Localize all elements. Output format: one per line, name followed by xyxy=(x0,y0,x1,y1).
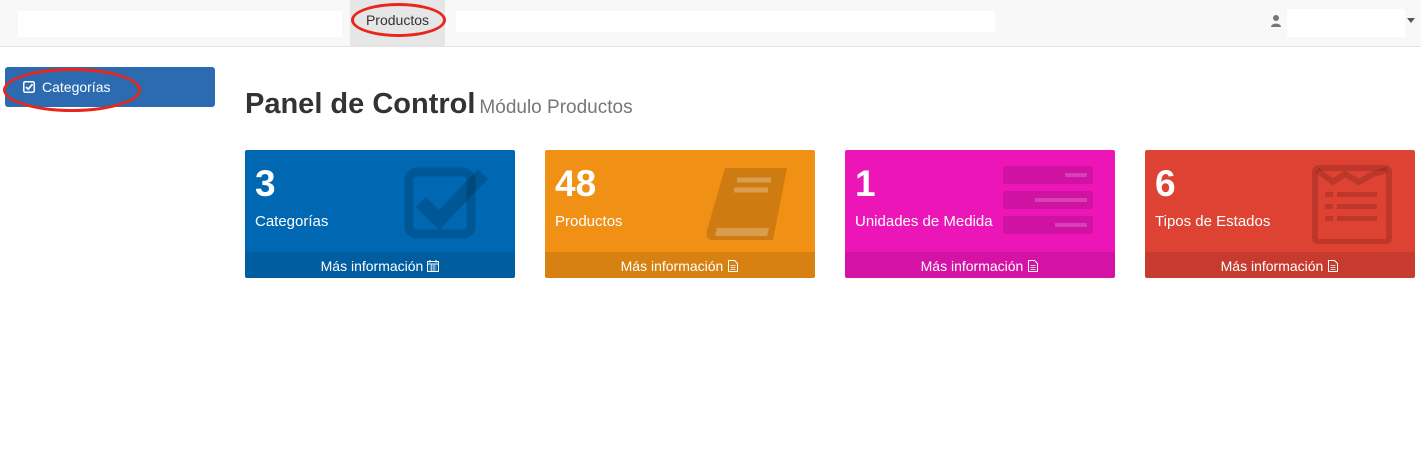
stat-label: Productos xyxy=(555,213,623,230)
book-icon xyxy=(706,168,787,240)
stat-label: Unidades de Medida xyxy=(855,213,993,230)
stat-value: 6 xyxy=(1155,163,1176,204)
stat-box-categorias: 3 Categorías Más información xyxy=(245,150,515,278)
more-info-label: Más información xyxy=(920,258,1024,274)
user-menu[interactable] xyxy=(1287,9,1405,37)
chevron-down-icon[interactable] xyxy=(1407,18,1415,23)
more-info-link[interactable]: Más información xyxy=(845,252,1115,278)
stat-label: Tipos de Estados xyxy=(1155,213,1271,230)
stat-value: 3 xyxy=(255,163,276,204)
more-info-link[interactable]: Más información xyxy=(545,252,815,278)
navbar-menu-placeholder xyxy=(456,11,995,32)
file-icon xyxy=(1328,260,1339,272)
calendar-icon xyxy=(427,260,440,272)
more-info-label: Más información xyxy=(1220,258,1324,274)
stat-box-unidades-de-medida: 1 Unidades de Medida Más información xyxy=(845,150,1115,278)
more-info-label: Más información xyxy=(320,258,424,274)
page-subtitle: Módulo Productos xyxy=(479,97,633,118)
check-square-icon xyxy=(404,167,489,239)
more-info-link[interactable]: Más información xyxy=(245,252,515,278)
annotation-circle-sidebar xyxy=(3,68,141,112)
stat-value: 1 xyxy=(855,163,876,204)
file-icon xyxy=(1028,260,1039,272)
stat-box-productos: 48 Productos Más información xyxy=(545,150,815,278)
file-icon xyxy=(728,260,739,272)
more-info-label: Más información xyxy=(620,258,724,274)
stat-box-tipos-de-estados: 6 Tipos de Estados Más información xyxy=(1145,150,1415,278)
top-navbar: Productos xyxy=(0,0,1421,47)
list-icon xyxy=(1003,166,1093,234)
user-icon[interactable] xyxy=(1270,14,1282,28)
navbar-brand-placeholder xyxy=(18,11,342,37)
stat-value: 48 xyxy=(555,163,597,204)
annotation-circle-nav xyxy=(351,3,446,37)
more-info-link[interactable]: Más información xyxy=(1145,252,1415,278)
page-title: Panel de Control Módulo Productos xyxy=(245,88,633,121)
stat-label: Categorías xyxy=(255,213,329,230)
page-title-text: Panel de Control xyxy=(245,88,476,120)
envelope-list-icon xyxy=(1312,165,1392,244)
